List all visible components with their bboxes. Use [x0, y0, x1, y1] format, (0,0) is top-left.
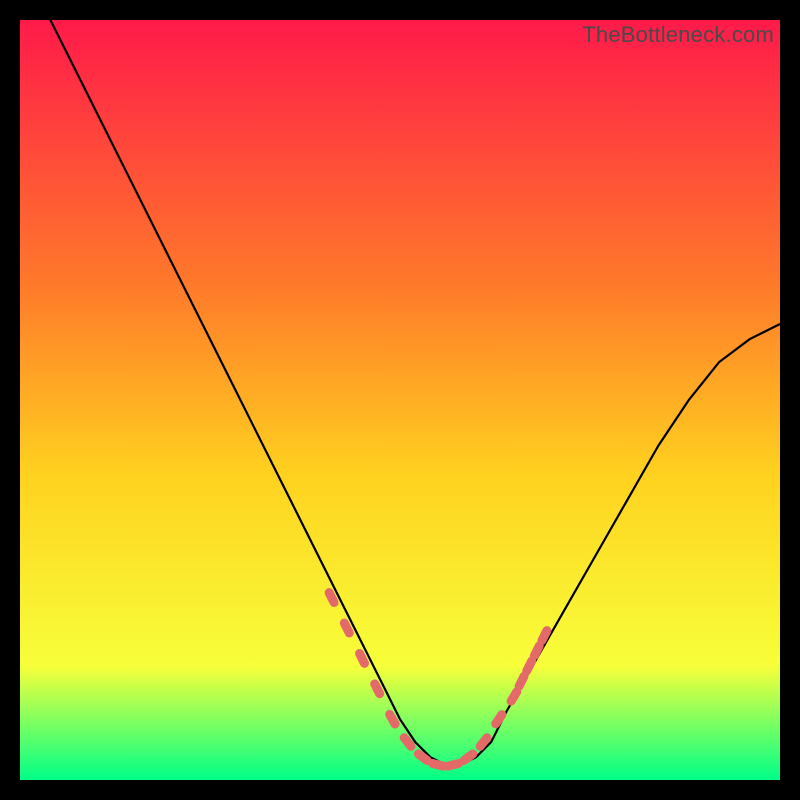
gradient-background	[20, 20, 780, 780]
attribution-text: TheBottleneck.com	[582, 22, 774, 48]
bottleneck-chart	[20, 20, 780, 780]
chart-frame: TheBottleneck.com	[20, 20, 780, 780]
